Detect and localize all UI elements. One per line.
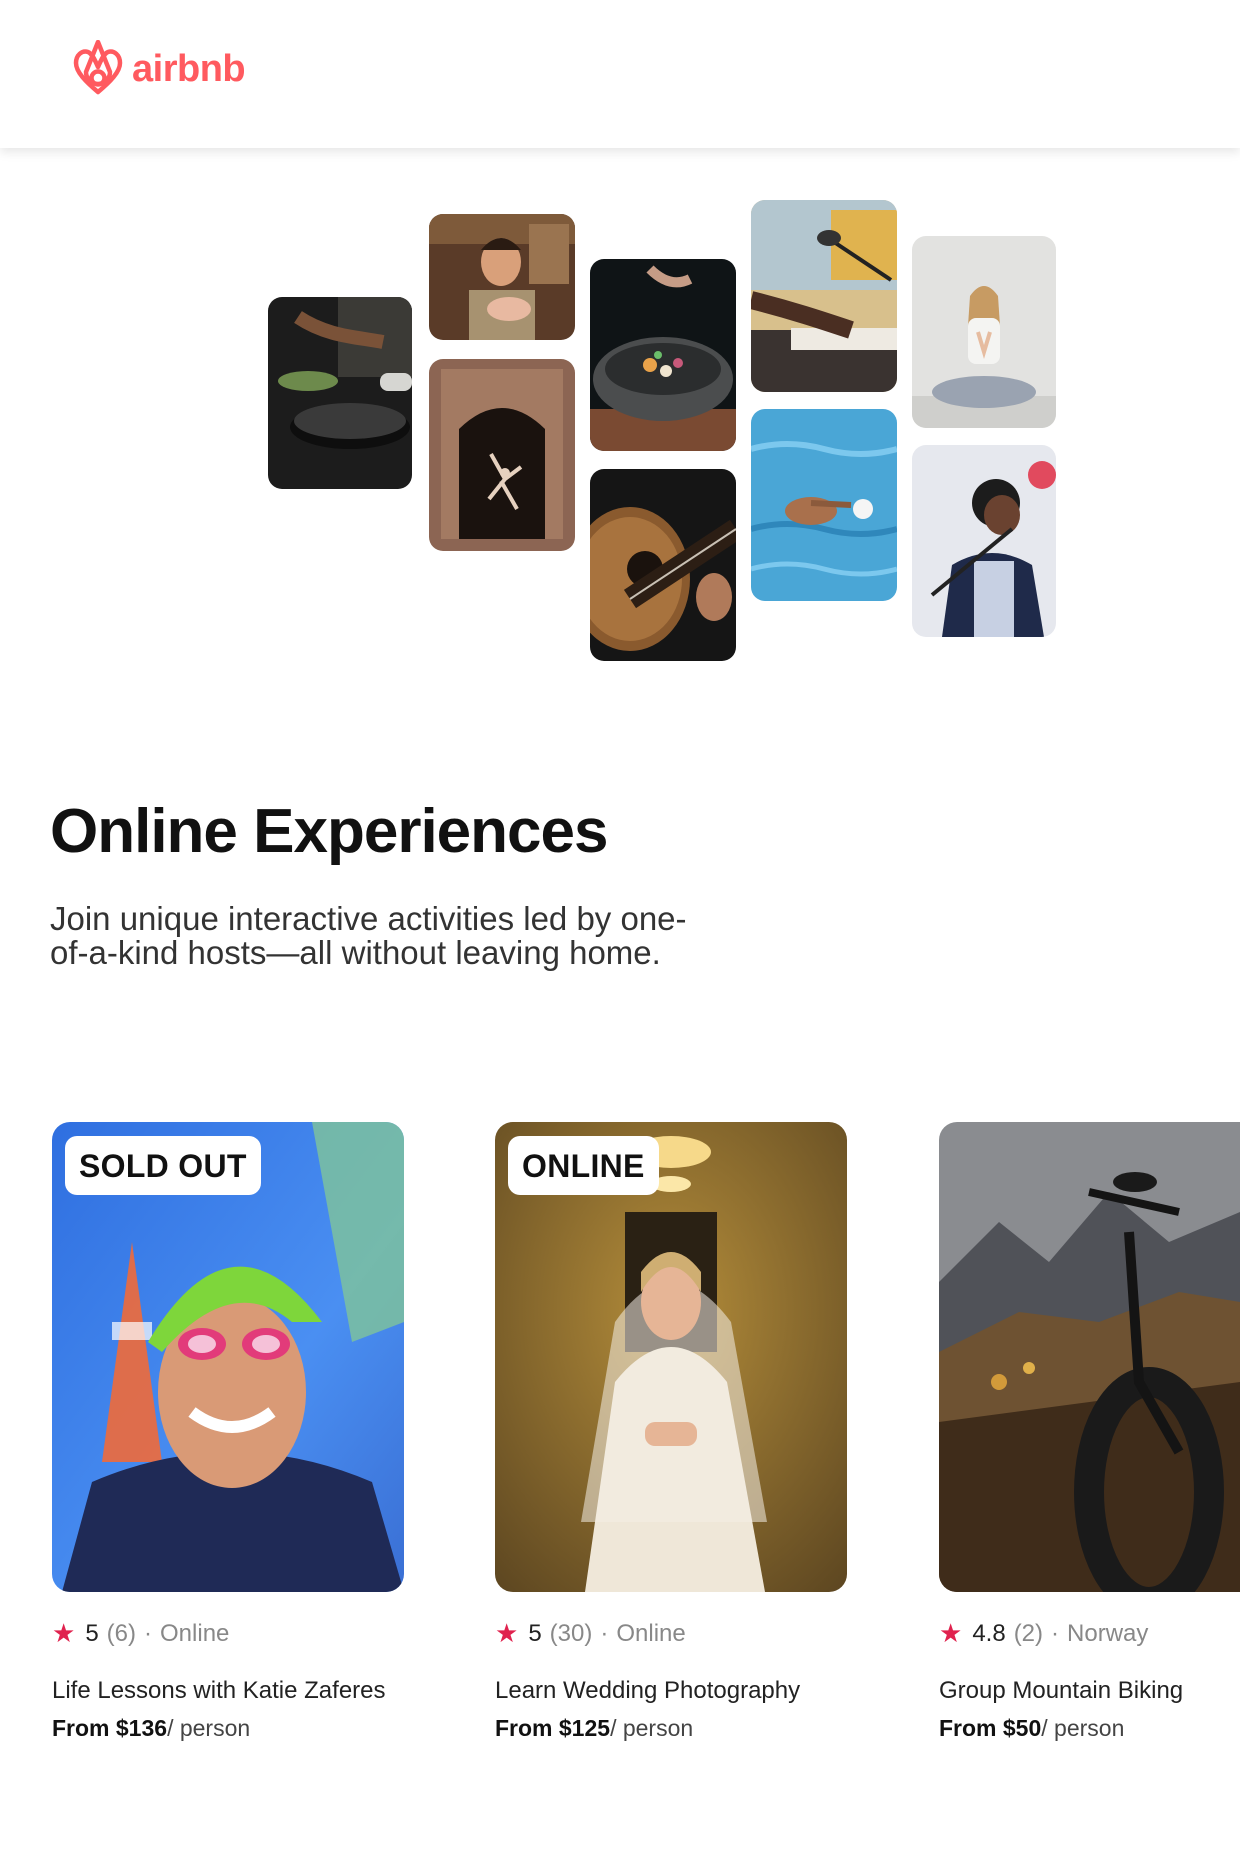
experience-card[interactable]: ★ 4.8 (2) · Norway Group Mountain Biking…	[939, 1122, 1240, 1742]
card-price: From $50/ person	[939, 1715, 1240, 1742]
airbnb-belo-icon	[73, 40, 123, 95]
status-badge: SOLD OUT	[65, 1136, 261, 1195]
meta-separator: ·	[600, 1619, 609, 1647]
card-price: From $136/ person	[52, 1715, 404, 1742]
card-location: Online	[160, 1619, 230, 1647]
card-photo-mountain-bike[interactable]	[939, 1122, 1240, 1592]
price-unit: / person	[610, 1715, 694, 1741]
star-icon: ★	[52, 1618, 76, 1648]
card-rating: 4.8	[972, 1619, 1006, 1647]
card-title[interactable]: Learn Wedding Photography	[495, 1677, 847, 1705]
price-unit: / person	[167, 1715, 251, 1741]
meta-separator: ·	[1051, 1619, 1060, 1647]
singer-microphone-photo	[912, 445, 1056, 637]
swimmer-pool-photo	[751, 409, 897, 601]
piano-microphone-photo	[751, 200, 897, 392]
card-location: Norway	[1067, 1619, 1149, 1647]
top-header: airbnb	[0, 0, 1240, 148]
card-meta: ★ 4.8 (2) · Norway	[939, 1618, 1240, 1649]
page-title: Online Experiences	[50, 797, 608, 866]
card-meta: ★ 5 (6) · Online	[52, 1618, 404, 1649]
card-title[interactable]: Life Lessons with Katie Zaferes	[52, 1677, 404, 1705]
card-price: From $125/ person	[495, 1715, 847, 1742]
card-review-count: (30)	[549, 1619, 593, 1647]
logo-wordmark: airbnb	[132, 47, 246, 90]
card-review-count: (6)	[106, 1619, 137, 1647]
acoustic-guitar-photo	[590, 469, 736, 661]
page-subtitle: Join unique interactive activities led b…	[50, 900, 687, 971]
card-location: Online	[616, 1619, 686, 1647]
card-meta: ★ 5 (30) · Online	[495, 1618, 847, 1649]
card-title[interactable]: Group Mountain Biking	[939, 1677, 1240, 1705]
card-rating: 5	[528, 1619, 542, 1647]
price-amount: From $50	[939, 1715, 1042, 1741]
plated-bowl-photo	[590, 259, 736, 451]
experience-card[interactable]: SOLD OUT ★ 5 (6) · Online Life Lessons w…	[52, 1122, 404, 1742]
price-unit: / person	[1041, 1715, 1125, 1741]
star-icon: ★	[495, 1618, 519, 1648]
card-rating: 5	[85, 1619, 99, 1647]
status-badge: ONLINE	[508, 1136, 659, 1195]
airbnb-logo[interactable]: airbnb	[72, 40, 246, 98]
dancer-doorway-photo	[429, 359, 575, 551]
card-photo-bride[interactable]: ONLINE	[495, 1122, 847, 1592]
card-review-count: (2)	[1013, 1619, 1044, 1647]
card-photo-swimmer[interactable]: SOLD OUT	[52, 1122, 404, 1592]
experience-card[interactable]: ONLINE ★ 5 (30) · Online Learn Wedding P…	[495, 1122, 847, 1742]
yoga-meditation-photo	[912, 236, 1056, 428]
price-amount: From $136	[52, 1715, 168, 1741]
meta-separator: ·	[144, 1619, 153, 1647]
price-amount: From $125	[495, 1715, 611, 1741]
cooking-pan-photo	[268, 297, 412, 489]
hero-collage	[0, 148, 1240, 708]
chef-portrait-photo	[429, 214, 575, 340]
star-icon: ★	[939, 1618, 963, 1648]
